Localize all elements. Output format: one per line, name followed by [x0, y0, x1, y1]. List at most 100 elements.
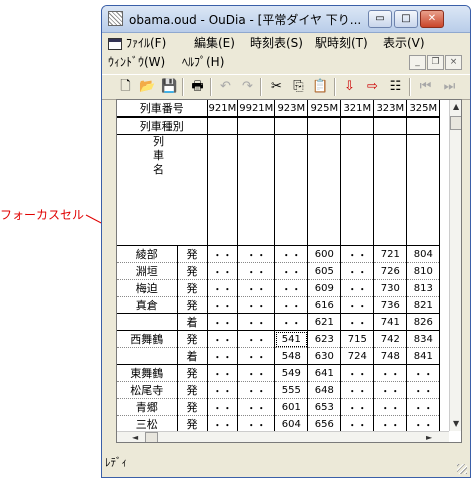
- time-cell[interactable]: ・・: [207, 279, 239, 297]
- time-cell[interactable]: ・・: [340, 381, 375, 399]
- time-cell[interactable]: 549: [274, 364, 309, 382]
- time-cell[interactable]: ・・: [373, 381, 408, 399]
- redo-icon[interactable]: ↷: [239, 78, 256, 95]
- time-cell[interactable]: ・・: [237, 415, 276, 433]
- time-cell[interactable]: 601: [274, 398, 309, 416]
- time-cell[interactable]: 810: [406, 262, 441, 280]
- maximize-button[interactable]: □: [394, 10, 418, 28]
- save-icon[interactable]: 💾: [161, 78, 178, 95]
- time-cell[interactable]: ・・: [274, 313, 309, 331]
- time-cell[interactable]: 726: [373, 262, 408, 280]
- time-cell[interactable]: 741: [373, 313, 408, 331]
- time-cell[interactable]: ・・: [274, 296, 309, 314]
- time-cell[interactable]: ・・: [207, 364, 239, 382]
- time-cell[interactable]: ・・: [237, 347, 276, 365]
- menu-help[interactable]: ﾍﾙﾌﾟ(H): [182, 53, 224, 71]
- time-cell[interactable]: ・・: [207, 262, 239, 280]
- time-cell[interactable]: ・・: [237, 330, 276, 348]
- document-icon[interactable]: [108, 38, 122, 50]
- train-number-cell[interactable]: 923M: [274, 100, 309, 118]
- time-cell[interactable]: 742: [373, 330, 408, 348]
- time-cell[interactable]: ・・: [237, 279, 276, 297]
- time-cell[interactable]: ・・: [237, 381, 276, 399]
- time-cell[interactable]: ・・: [274, 279, 309, 297]
- time-cell[interactable]: 730: [373, 279, 408, 297]
- time-cell[interactable]: 834: [406, 330, 441, 348]
- train-type-cell[interactable]: [340, 117, 375, 135]
- horizontal-scrollbar[interactable]: ◄ ►: [117, 431, 449, 442]
- train-number-cell[interactable]: 9921M: [237, 100, 276, 118]
- insert-train-before-icon[interactable]: ⇩: [341, 78, 358, 95]
- time-cell[interactable]: ・・: [340, 279, 375, 297]
- scroll-right-icon[interactable]: ►: [426, 433, 432, 442]
- train-name-cell[interactable]: [406, 134, 441, 246]
- time-cell[interactable]: ・・: [406, 415, 441, 433]
- vertical-scroll-thumb[interactable]: [450, 116, 461, 130]
- menu-view[interactable]: 表示(V): [383, 34, 425, 52]
- time-cell[interactable]: ・・: [406, 381, 441, 399]
- time-cell[interactable]: 653: [307, 398, 342, 416]
- train-type-cell[interactable]: [406, 117, 441, 135]
- time-cell[interactable]: 548: [274, 347, 309, 365]
- time-cell[interactable]: ・・: [207, 347, 239, 365]
- time-cell[interactable]: 623: [307, 330, 342, 348]
- time-cell[interactable]: 621: [307, 313, 342, 331]
- train-name-cell[interactable]: [237, 134, 276, 246]
- time-cell[interactable]: 813: [406, 279, 441, 297]
- menu-window[interactable]: ｳｨﾝﾄﾞｳ(W): [108, 53, 165, 71]
- scroll-left-icon[interactable]: ◄: [132, 433, 138, 442]
- time-cell[interactable]: ・・: [340, 262, 375, 280]
- time-cell[interactable]: ・・: [340, 364, 375, 382]
- train-type-cell[interactable]: [207, 117, 239, 135]
- time-cell[interactable]: ・・: [207, 245, 239, 263]
- menu-station-time[interactable]: 駅時刻(T): [315, 34, 368, 52]
- time-cell[interactable]: 736: [373, 296, 408, 314]
- train-type-cell[interactable]: [373, 117, 408, 135]
- time-cell[interactable]: ・・: [207, 296, 239, 314]
- scroll-up-icon[interactable]: ▲: [453, 102, 459, 111]
- menu-timetable[interactable]: 時刻表(S): [250, 34, 303, 52]
- vertical-scrollbar[interactable]: ▲ ▼: [449, 100, 461, 431]
- time-cell[interactable]: 641: [307, 364, 342, 382]
- time-cell[interactable]: 609: [307, 279, 342, 297]
- close-button[interactable]: ✕: [420, 10, 444, 28]
- time-cell[interactable]: 604: [274, 415, 309, 433]
- time-cell[interactable]: 724: [340, 347, 375, 365]
- time-cell[interactable]: ・・: [207, 398, 239, 416]
- time-cell[interactable]: ・・: [340, 415, 375, 433]
- open-folder-icon[interactable]: 📂: [139, 78, 156, 95]
- resize-grip[interactable]: [457, 464, 467, 474]
- time-cell[interactable]: 841: [406, 347, 441, 365]
- cut-icon[interactable]: ✂: [268, 78, 285, 95]
- train-type-cell[interactable]: [237, 117, 276, 135]
- time-cell[interactable]: 630: [307, 347, 342, 365]
- time-cell[interactable]: 804: [406, 245, 441, 263]
- train-number-cell[interactable]: 321M: [340, 100, 375, 118]
- time-cell[interactable]: ・・: [237, 262, 276, 280]
- time-cell[interactable]: ・・: [340, 245, 375, 263]
- train-name-cell[interactable]: [274, 134, 309, 246]
- time-cell[interactable]: ・・: [340, 398, 375, 416]
- title-bar[interactable]: obama.oud - OuDia - [平常ダイヤ 下り... ▭ □ ✕: [102, 6, 470, 33]
- go-last-icon[interactable]: ⏭: [441, 78, 458, 95]
- go-first-icon[interactable]: ⏮: [417, 78, 434, 95]
- mdi-restore-button[interactable]: ❐: [427, 55, 444, 70]
- train-name-cell[interactable]: [307, 134, 342, 246]
- time-cell[interactable]: 555: [274, 381, 309, 399]
- time-cell[interactable]: ・・: [237, 245, 276, 263]
- train-number-cell[interactable]: 921M: [207, 100, 239, 118]
- app-icon[interactable]: [108, 11, 123, 26]
- time-cell[interactable]: ・・: [274, 245, 309, 263]
- time-cell[interactable]: 605: [307, 262, 342, 280]
- undo-icon[interactable]: ↶: [217, 78, 234, 95]
- print-icon[interactable]: 🖶: [189, 78, 206, 95]
- mdi-minimize-button[interactable]: _: [409, 55, 426, 70]
- time-cell[interactable]: 600: [307, 245, 342, 263]
- time-cell[interactable]: ・・: [373, 415, 408, 433]
- scroll-down-icon[interactable]: ▼: [453, 419, 459, 428]
- time-cell[interactable]: ・・: [373, 398, 408, 416]
- train-type-cell[interactable]: [307, 117, 342, 135]
- time-cell[interactable]: ・・: [207, 330, 239, 348]
- time-cell[interactable]: ・・: [207, 313, 239, 331]
- time-cell[interactable]: ・・: [340, 313, 375, 331]
